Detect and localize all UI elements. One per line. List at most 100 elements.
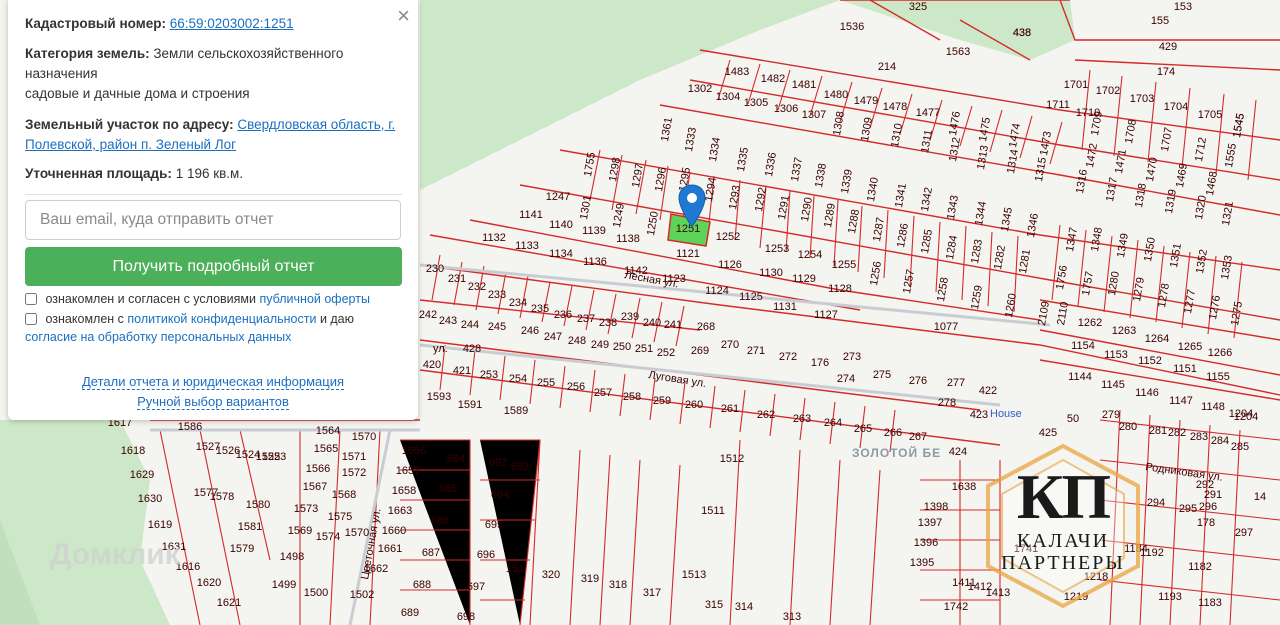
plot-number-label: 1318 xyxy=(1133,182,1149,208)
plot-number-label: 1298 xyxy=(607,156,623,182)
plot-number-label: 429 xyxy=(1159,41,1177,53)
plot-number-label: 278 xyxy=(938,397,956,409)
plot-number-label: 685 xyxy=(439,483,457,495)
offer-consent-checkbox[interactable] xyxy=(25,293,37,305)
plot-number-label: 1249 xyxy=(611,202,627,228)
plot-number-label: 1314 xyxy=(1005,148,1021,174)
plot-number-label: 697 xyxy=(467,581,485,593)
plot-number-label: 297 xyxy=(1235,527,1253,539)
plot-number-label: 1479 xyxy=(854,95,878,107)
plot-number-label: 1663 xyxy=(388,505,412,517)
plot-number-label: 1658 xyxy=(392,485,416,497)
privacy-consent-checkbox[interactable] xyxy=(25,313,37,325)
plot-number-label: 283 xyxy=(1190,431,1208,443)
plot-number-label: 1255 xyxy=(832,259,856,271)
plot-number-label: 237 xyxy=(577,313,595,325)
plot-number-label: 1134 xyxy=(549,248,573,260)
plot-number-label: 428 xyxy=(463,343,481,355)
plot-number-label: 257 xyxy=(594,387,612,399)
plot-number-label: 1254 xyxy=(798,249,822,261)
details-link[interactable]: Детали отчета и юридическая информация xyxy=(81,374,345,390)
plot-number-label: 1292 xyxy=(753,186,769,212)
plot-number-label: 1301 xyxy=(578,194,594,220)
plot-number-label: 239 xyxy=(621,311,639,323)
street-label-ul: ул. xyxy=(433,343,448,355)
plot-number-label: 236 xyxy=(554,309,572,321)
plot-number-label: 1278 xyxy=(1156,282,1172,308)
plot-number-label: 1483 xyxy=(725,66,749,78)
plot-number-label: 314 xyxy=(735,601,753,613)
plot-number-label: 1705 xyxy=(1198,109,1222,121)
plot-number-label: 1263 xyxy=(1112,325,1136,337)
location-pin-icon[interactable] xyxy=(676,183,708,231)
plot-number-label: 1708 xyxy=(1123,118,1139,144)
plot-number-label: 2109 xyxy=(1036,300,1052,326)
plot-number-label: 318 xyxy=(609,579,627,591)
plot-number-label: 1140 xyxy=(549,219,573,231)
privacy-consent-row: ознакомлен с политикой конфиденциальност… xyxy=(25,310,401,346)
plot-number-label: 274 xyxy=(837,373,855,385)
plot-number-label: 253 xyxy=(480,369,498,381)
plot-number-label: 688 xyxy=(413,579,431,591)
plot-number-label: 1265 xyxy=(1178,341,1202,353)
offer-link[interactable]: публичной оферты xyxy=(260,292,370,306)
plot-number-label: 1701 xyxy=(1064,79,1088,91)
plot-number-label: 1350 xyxy=(1142,236,1158,262)
plot-number-label: 1476 xyxy=(947,110,963,136)
manual-selection-link[interactable]: Ручной выбор вариантов xyxy=(137,394,289,410)
plot-number-label: 271 xyxy=(747,345,765,357)
plot-number-label: 1146 xyxy=(1135,387,1159,399)
usage-value: садовые и дачные дома и строения xyxy=(25,86,250,101)
plot-number-label: 1352 xyxy=(1194,248,1210,274)
plot-number-label: 1153 xyxy=(1104,349,1128,361)
plot-number-label: 1511 xyxy=(701,505,725,517)
plot-number-label: 1131 xyxy=(773,301,797,313)
plot-number-label: 1398 xyxy=(924,501,948,513)
plot-number-label: 151 xyxy=(506,563,524,575)
email-field[interactable] xyxy=(25,200,401,240)
privacy-policy-link[interactable]: политикой конфиденциальности xyxy=(127,312,316,326)
plot-number-label: 423 xyxy=(970,409,988,421)
plot-number-label: 1275 xyxy=(1229,300,1245,326)
plot-number-label: 1141 xyxy=(519,209,543,221)
plot-number-label: 1283 xyxy=(969,238,985,264)
category-label: Категория земель: xyxy=(25,46,150,61)
plot-number-label: 231 xyxy=(448,273,466,285)
plot-number-label: 1252 xyxy=(716,231,740,243)
plot-number-label: 1305 xyxy=(744,97,768,109)
plot-number-label: 1309 xyxy=(859,116,875,142)
divider xyxy=(25,194,402,195)
plot-number-label: 320 xyxy=(542,569,560,581)
plot-number-label: 262 xyxy=(757,409,775,421)
plot-number-label: 280 xyxy=(1119,421,1137,433)
plot-number-label: 1126 xyxy=(718,259,742,271)
get-report-button[interactable]: Получить подробный отчет xyxy=(25,247,402,286)
plot-number-label: 1132 xyxy=(482,232,506,244)
plot-number-label: 1579 xyxy=(230,543,254,555)
area-value: 1 196 кв.м. xyxy=(175,166,244,181)
plot-number-label: 1565 xyxy=(314,443,338,455)
plot-number-label: 1304 xyxy=(716,91,740,103)
plot-number-label: 259 xyxy=(653,395,671,407)
plot-number-label: 1619 xyxy=(148,519,172,531)
plot-number-label: 266 xyxy=(884,427,902,439)
plot-number-label: 1563 xyxy=(946,46,970,58)
plot-number-label: 1502 xyxy=(350,589,374,601)
plot-number-label: 1580 xyxy=(246,499,270,511)
plot-number-label: 242 xyxy=(419,309,437,321)
area-label: Уточненная площадь: xyxy=(25,166,172,181)
plot-number-label: 1204 xyxy=(1234,411,1258,423)
poi-label: House xyxy=(990,408,1022,420)
cadastral-label: Кадастровый номер: xyxy=(25,16,166,31)
plot-number-label: 14 xyxy=(1254,491,1266,503)
plot-number-label: 1296 xyxy=(653,166,669,192)
privacy-consent-text: ознакомлен с xyxy=(45,312,124,326)
plot-number-label: 1148 xyxy=(1201,401,1225,413)
plot-number-label: 260 xyxy=(685,399,703,411)
cadastral-number-link[interactable]: 66:59:0203002:1251 xyxy=(170,16,294,31)
plot-number-label: 1340 xyxy=(865,176,881,202)
plot-number-label: 233 xyxy=(488,289,506,301)
personal-data-link[interactable]: согласие на обработку персональных данны… xyxy=(25,330,291,344)
plot-number-label: 277 xyxy=(947,377,965,389)
plot-number-label: 1566 xyxy=(306,463,330,475)
